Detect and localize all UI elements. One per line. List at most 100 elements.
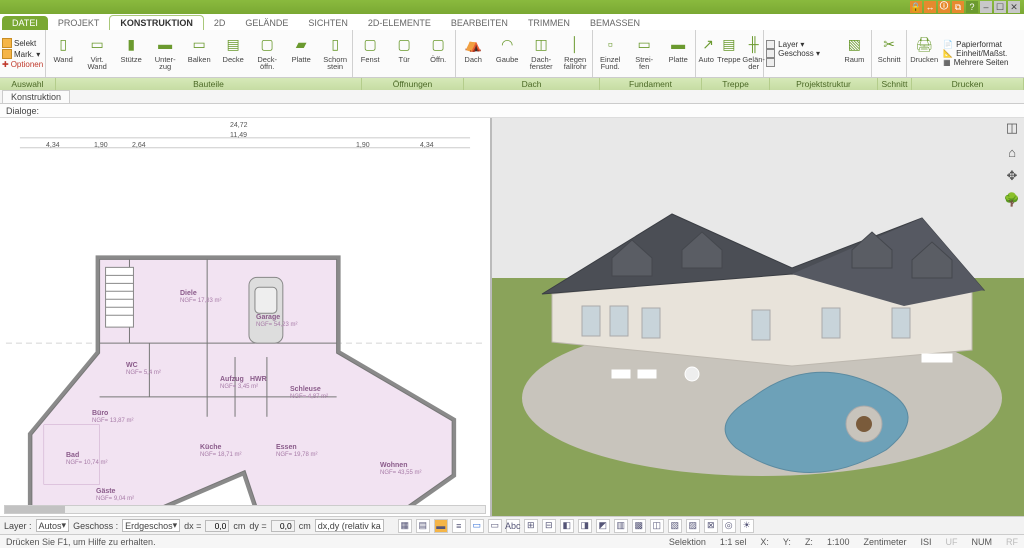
top-icon-2[interactable]: 🛈 [938,1,950,13]
top-icon-3[interactable]: ⧉ [952,1,964,13]
help-hint: Drücken Sie F1, um Hilfe zu erhalten. [6,537,156,547]
ribbon-dach-fenster[interactable]: ◫Dach-fenster [524,30,558,77]
ribbon-unter-zug[interactable]: ▬Unter-zug [148,30,182,77]
dim-1: 1,90 [94,142,108,149]
group-bauteile: ▯Wand▭Virt.Wand▮Stütze▬Unter-zug▭Balken▤… [46,30,353,77]
bb-3[interactable]: ≡ [452,519,466,533]
raum-button[interactable]: ▧Raum [837,30,871,77]
bb-16[interactable]: ▨ [686,519,700,533]
bb-1[interactable]: ▤ [416,519,430,533]
bb-14[interactable]: ◫ [650,519,664,533]
druck-col1: 📄Papierformat 📐Einheit/Maßst. ▦Mehrere S… [941,30,1024,77]
geschoss-select[interactable]: Erdgeschos ▾ [122,519,180,532]
pane-3d-view[interactable]: ◫ ⌂ ✥ 🌳 [492,118,1024,516]
geschoss-label: Geschoss : [73,521,118,531]
ribbon-t-r[interactable]: ▢Tür [387,30,421,77]
bb-17[interactable]: ⊠ [704,519,718,533]
ribbon-dach[interactable]: ⛺Dach [456,30,490,77]
bb-2[interactable]: ▬ [434,519,448,533]
tab-sichten[interactable]: SICHTEN [298,16,358,30]
rail-layers-icon[interactable]: ◫ [1004,120,1020,136]
top-icon-1[interactable]: ↔ [924,1,936,13]
ribbon-deck-ffn-[interactable]: ▢Deck-öffn. [250,30,284,77]
room-label-bad: BadNGF= 10,74 m² [66,452,108,466]
layer-extra[interactable] [766,58,835,67]
ribbon-decke[interactable]: ▤Decke [216,30,250,77]
tab-gelaende[interactable]: GELÄNDE [235,16,298,30]
bb-9[interactable]: ◧ [560,519,574,533]
group-label-öffnungen: Öffnungen [362,78,464,90]
tab-trimmen[interactable]: TRIMMEN [518,16,580,30]
ribbon-platte[interactable]: ▰Platte [284,30,318,77]
layer-select[interactable]: Autos ▾ [36,519,70,532]
optionen-button[interactable]: ✚ Optionen [2,60,43,69]
bb-19[interactable]: ☀ [740,519,754,533]
mehrere[interactable]: ▦Mehrere Seiten [943,58,1024,67]
rail-home-icon[interactable]: ⌂ [1004,144,1020,160]
sec-tab-konstruktion[interactable]: Konstruktion [2,90,70,104]
mark-button[interactable]: Mark. ▾ [2,49,43,59]
ribbon-strei-fen[interactable]: ▭Strei-fen [627,30,661,77]
status-bar: Drücken Sie F1, um Hilfe zu erhalten. Se… [0,534,1024,548]
bb-13[interactable]: ▩ [632,519,646,533]
minimize-icon[interactable]: – [980,1,992,13]
drucken-button[interactable]: 🖨Drucken [907,30,941,77]
tab-projekt[interactable]: PROJEKT [48,16,110,30]
ribbon-st-tze[interactable]: ▮Stütze [114,30,148,77]
rail-move-icon[interactable]: ✥ [1004,168,1020,184]
dim-3: 11,49 [230,132,247,139]
bb-15[interactable]: ▧ [668,519,682,533]
coord-mode[interactable]: dx,dy (relativ ka [315,519,384,532]
dy-input[interactable] [271,520,295,532]
top-icon-0[interactable]: 🔒 [910,1,922,13]
ribbon-platte[interactable]: ▬Platte [661,30,695,77]
room-label-wc: WCNGF= 5,4 m² [126,362,161,376]
ribbon-auto[interactable]: ↗Auto [696,30,716,77]
einheit[interactable]: 📐Einheit/Maßst. [943,49,1024,58]
ribbon-virt-wand[interactable]: ▭Virt.Wand [80,30,114,77]
selekt-button[interactable]: Selekt [2,38,43,48]
bb-5[interactable]: ▭ [488,519,502,533]
ribbon-gaube[interactable]: ◠Gaube [490,30,524,77]
layer-label: Layer : [4,521,32,531]
hscrollbar-2d[interactable] [4,505,486,514]
help-icon[interactable]: ? [966,1,978,13]
group-label-fundament: Fundament [600,78,702,90]
ribbon--ffn-[interactable]: ▢Öffn. [421,30,455,77]
papierformat[interactable]: 📄Papierformat [943,40,1024,49]
bb-8[interactable]: ⊟ [542,519,556,533]
layer-col: Layer ▾ Geschoss ▾ [764,30,837,77]
ribbon-fenst[interactable]: ▢Fenst [353,30,387,77]
group-schnitt: ✂Schnitt [872,30,907,77]
layer-dropdown[interactable]: Layer ▾ [766,40,835,49]
pane-2d-floorplan[interactable]: 4,34 1,90 2,64 11,49 1,90 4,34 24,72 Die… [0,118,492,516]
ribbon-balken[interactable]: ▭Balken [182,30,216,77]
bb-0[interactable]: ▦ [398,519,412,533]
bb-7[interactable]: ⊞ [524,519,538,533]
rail-tree-icon[interactable]: 🌳 [1004,192,1020,208]
tab-datei[interactable]: DATEI [2,16,48,30]
ribbon-regen-fallrohr[interactable]: │Regenfallrohr [558,30,592,77]
bb-10[interactable]: ◨ [578,519,592,533]
geschoss-dropdown[interactable]: Geschoss ▾ [766,49,835,58]
schnitt-button[interactable]: ✂Schnitt [872,30,906,77]
close-icon[interactable]: ✕ [1008,1,1020,13]
bb-6[interactable]: Abc [506,519,520,533]
ribbon-schorn-stein[interactable]: ▯Schornstein [318,30,352,77]
ribbon-gel-n-der[interactable]: ╫Gelän-der [742,30,766,77]
bb-4[interactable]: ▭ [470,519,484,533]
dx-input[interactable] [205,520,229,532]
tab-konstruktion[interactable]: KONSTRUKTION [109,15,204,30]
ribbon-treppe[interactable]: ▤Treppe [716,30,742,77]
ribbon-wand[interactable]: ▯Wand [46,30,80,77]
maximize-icon[interactable]: ☐ [994,1,1006,13]
tab-2d[interactable]: 2D [204,16,236,30]
ribbon-einzel-fund-[interactable]: ▫EinzelFund. [593,30,627,77]
bb-12[interactable]: ▥ [614,519,628,533]
bb-18[interactable]: ◎ [722,519,736,533]
tab-2delemente[interactable]: 2D-ELEMENTE [358,16,441,30]
bb-11[interactable]: ◩ [596,519,610,533]
tab-bearbeiten[interactable]: BEARBEITEN [441,16,518,30]
tab-bemassen[interactable]: BEMASSEN [580,16,650,30]
group-drucken: 🖨Drucken 📄Papierformat 📐Einheit/Maßst. ▦… [907,30,1024,77]
